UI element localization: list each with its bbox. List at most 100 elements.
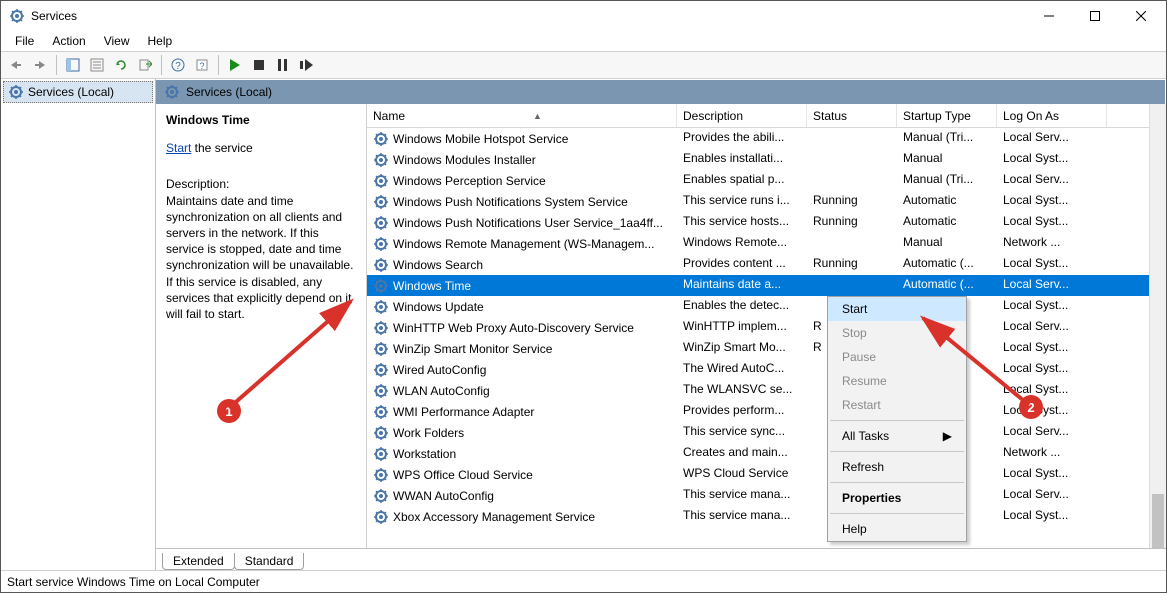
column-status[interactable]: Status — [807, 104, 897, 127]
export-button[interactable] — [134, 54, 156, 76]
pause-service-button[interactable] — [272, 54, 294, 76]
service-name: Wired AutoConfig — [393, 363, 486, 377]
column-headers[interactable]: Name▲ Description Status Startup Type Lo… — [367, 104, 1166, 128]
column-startup[interactable]: Startup Type — [897, 104, 997, 127]
service-name: Work Folders — [393, 426, 464, 440]
scrollbar-thumb[interactable] — [1152, 494, 1164, 548]
table-row[interactable]: Windows Perception ServiceEnables spatia… — [367, 170, 1166, 191]
table-row[interactable]: WLAN AutoConfigThe WLANSVC se...Local Sy… — [367, 380, 1166, 401]
service-name: Windows Modules Installer — [393, 153, 536, 167]
column-name[interactable]: Name▲ — [367, 104, 677, 127]
table-row[interactable]: Windows SearchProvides content ...Runnin… — [367, 254, 1166, 275]
properties-button[interactable] — [86, 54, 108, 76]
help-topics-button[interactable]: ? — [191, 54, 213, 76]
navigation-tree[interactable]: Services (Local) — [1, 79, 156, 570]
table-row[interactable]: Work FoldersThis service sync...Local Se… — [367, 422, 1166, 443]
services-list[interactable]: Name▲ Description Status Startup Type Lo… — [366, 104, 1166, 548]
service-description: Enables spatial p... — [677, 170, 807, 191]
menu-item-all-tasks[interactable]: All Tasks▶ — [828, 424, 966, 448]
description-text: Maintains date and time synchronization … — [166, 193, 358, 323]
table-row[interactable]: WWAN AutoConfigThis service mana...Local… — [367, 485, 1166, 506]
table-row[interactable]: Xbox Accessory Management ServiceThis se… — [367, 506, 1166, 527]
table-row[interactable]: Windows Push Notifications User Service_… — [367, 212, 1166, 233]
svg-text:?: ? — [175, 61, 181, 72]
service-status — [807, 233, 897, 254]
gear-icon — [373, 257, 389, 273]
service-description: This service runs i... — [677, 191, 807, 212]
gear-icon — [373, 383, 389, 399]
service-name: WinZip Smart Monitor Service — [393, 342, 552, 356]
menu-help[interactable]: Help — [140, 33, 181, 49]
gear-icon — [8, 84, 24, 100]
stop-service-button[interactable] — [248, 54, 270, 76]
service-description: Enables the detec... — [677, 296, 807, 317]
menubar: File Action View Help — [1, 31, 1166, 51]
table-row[interactable]: Windows Push Notifications System Servic… — [367, 191, 1166, 212]
service-status — [807, 275, 897, 296]
table-row[interactable]: Windows Remote Management (WS-Managem...… — [367, 233, 1166, 254]
gear-icon — [373, 278, 389, 294]
gear-icon — [373, 341, 389, 357]
table-row[interactable]: WinZip Smart Monitor ServiceWinZip Smart… — [367, 338, 1166, 359]
menu-item-resume: Resume — [828, 369, 966, 393]
forward-button[interactable] — [29, 54, 51, 76]
service-description: WPS Cloud Service — [677, 464, 807, 485]
service-name: Windows Push Notifications System Servic… — [393, 195, 628, 209]
menu-file[interactable]: File — [7, 33, 42, 49]
service-status — [807, 149, 897, 170]
table-row[interactable]: WMI Performance AdapterProvides perform.… — [367, 401, 1166, 422]
column-description[interactable]: Description — [677, 104, 807, 127]
titlebar: Services — [1, 1, 1166, 31]
service-status — [807, 128, 897, 149]
panel-title: Services (Local) — [186, 85, 272, 99]
table-row[interactable]: Windows Mobile Hotspot ServiceProvides t… — [367, 128, 1166, 149]
maximize-button[interactable] — [1072, 1, 1118, 31]
show-hide-tree-button[interactable] — [62, 54, 84, 76]
table-row[interactable]: Windows TimeMaintains date a...Automatic… — [367, 275, 1166, 296]
close-button[interactable] — [1118, 1, 1164, 31]
submenu-arrow-icon: ▶ — [943, 429, 952, 443]
service-logon: Local Serv... — [997, 170, 1107, 191]
help-button[interactable]: ? — [167, 54, 189, 76]
refresh-button[interactable] — [110, 54, 132, 76]
service-description: This service hosts... — [677, 212, 807, 233]
services-window: Services File Action View Help ? ? — [0, 0, 1167, 593]
view-tabs: Extended Standard — [156, 548, 1166, 570]
menu-item-refresh[interactable]: Refresh — [828, 455, 966, 479]
tab-standard[interactable]: Standard — [234, 553, 305, 570]
annotation-step-1: 1 — [217, 399, 241, 423]
minimize-button[interactable] — [1026, 1, 1072, 31]
menu-item-properties[interactable]: Properties — [828, 486, 966, 510]
table-row[interactable]: WPS Office Cloud ServiceWPS Cloud Servic… — [367, 464, 1166, 485]
table-row[interactable]: WinHTTP Web Proxy Auto-Discovery Service… — [367, 317, 1166, 338]
column-logon[interactable]: Log On As — [997, 104, 1107, 127]
gear-icon — [373, 467, 389, 483]
menu-view[interactable]: View — [96, 33, 138, 49]
tab-extended[interactable]: Extended — [162, 553, 235, 570]
table-row[interactable]: Windows UpdateEnables the detec...Tri...… — [367, 296, 1166, 317]
start-service-link[interactable]: Start — [166, 141, 191, 155]
gear-icon — [373, 488, 389, 504]
service-startup: Automatic (... — [897, 254, 997, 275]
restart-service-button[interactable] — [296, 54, 318, 76]
menu-separator — [830, 451, 964, 452]
table-row[interactable]: Windows Modules InstallerEnables install… — [367, 149, 1166, 170]
menu-item-start[interactable]: Start — [828, 297, 966, 321]
context-menu[interactable]: StartStopPauseResumeRestartAll Tasks▶Ref… — [827, 296, 967, 542]
start-service-button[interactable] — [224, 54, 246, 76]
service-description: Provides perform... — [677, 401, 807, 422]
table-row[interactable]: Wired AutoConfigThe Wired AutoC...Local … — [367, 359, 1166, 380]
service-name: WinHTTP Web Proxy Auto-Discovery Service — [393, 321, 634, 335]
service-status: Running — [807, 212, 897, 233]
back-button[interactable] — [5, 54, 27, 76]
menu-item-help[interactable]: Help — [828, 517, 966, 541]
menu-action[interactable]: Action — [44, 33, 93, 49]
tree-item-services-local[interactable]: Services (Local) — [3, 81, 153, 103]
table-row[interactable]: WorkstationCreates and main...Network ..… — [367, 443, 1166, 464]
service-startup: Manual (Tri... — [897, 128, 997, 149]
statusbar: Start service Windows Time on Local Comp… — [1, 570, 1166, 592]
annotation-step-2: 2 — [1019, 395, 1043, 419]
service-action-line: Start the service — [166, 140, 358, 156]
vertical-scrollbar[interactable] — [1149, 104, 1166, 548]
service-startup: Automatic — [897, 191, 997, 212]
